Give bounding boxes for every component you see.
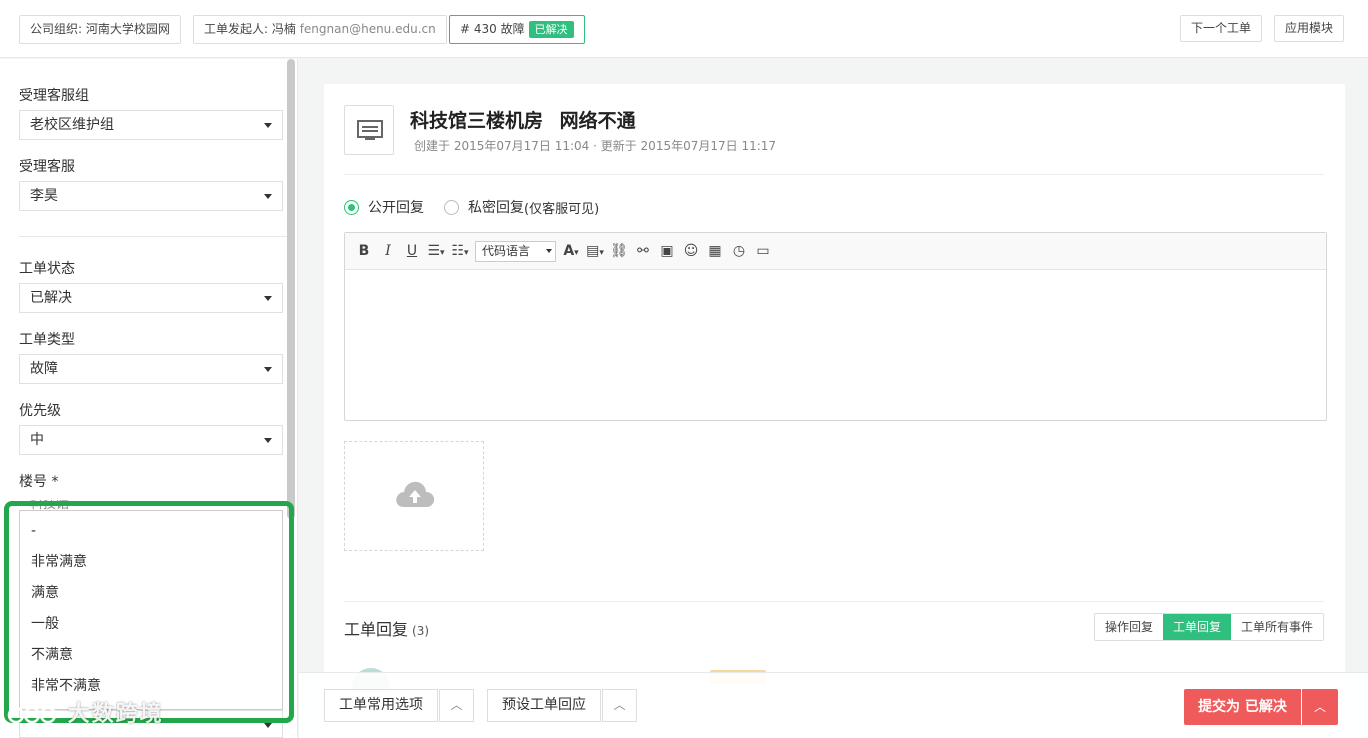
status-badge: 已解决 <box>528 21 574 38</box>
chevron-up-icon: ︿ <box>450 698 463 712</box>
ticket-meta: 创建于 2015年07月17日 11:04 · 更新于 2015年07月17日 … <box>414 139 777 153</box>
cloud-upload-icon <box>396 481 435 507</box>
private-reply-note: (仅客服可见) <box>524 201 600 217</box>
group-label: 受理客服组 <box>19 88 89 104</box>
ticket-icon <box>357 120 383 140</box>
common-options-button[interactable]: 工单常用选项 <box>324 689 438 722</box>
radio-unchecked-icon <box>444 199 459 215</box>
chevron-down-icon <box>264 194 272 199</box>
chevron-down-icon <box>264 438 272 443</box>
ticket-card: 科技馆三楼机房 网络不通 创建于 2015年07月17日 11:04 · 更新于… <box>324 84 1345 738</box>
radio-checked-icon <box>344 199 359 215</box>
preset-reply-button[interactable]: 预设工单回应 <box>487 689 601 722</box>
watermark: 大数跨境 <box>6 696 164 728</box>
replies-count: (3) <box>412 624 430 638</box>
sidebar-scrollbar[interactable] <box>287 59 295 519</box>
ticket-number: # 430 故障 <box>460 22 525 36</box>
code-language-label: 代码语言 <box>482 243 531 258</box>
agent-select[interactable]: 李昊 <box>19 181 283 211</box>
preset-reply-toggle[interactable]: ︿ <box>602 689 637 722</box>
unlink-icon[interactable]: ⚯ <box>634 243 652 259</box>
reply-filter-tabs: 操作回复 工单回复 工单所有事件 <box>1094 613 1325 641</box>
replies-title: 工单回复 <box>344 620 409 639</box>
priority-select[interactable]: 中 <box>19 425 283 455</box>
chevron-down-icon <box>264 123 272 128</box>
chevron-down-icon <box>264 367 272 372</box>
divider <box>344 601 1324 602</box>
common-options-toggle[interactable]: ︿ <box>439 689 474 722</box>
bottom-action-bar: 工单常用选项 ︿ 预设工单回应 ︿ 提交为 已解决 ︿ <box>299 672 1368 738</box>
tab-operation-replies[interactable]: 操作回复 <box>1095 614 1164 640</box>
italic-icon[interactable]: I <box>379 243 397 259</box>
ticket-icon-box <box>344 105 394 155</box>
dropdown-option[interactable]: - <box>20 516 282 547</box>
group-select[interactable]: 老校区维护组 <box>19 110 283 140</box>
type-label: 工单类型 <box>19 332 75 348</box>
status-value: 已解决 <box>30 290 72 306</box>
chevron-down-icon <box>546 248 552 253</box>
emoji-icon[interactable]: ☺ <box>682 243 700 259</box>
private-reply-radio[interactable]: 私密回复 (仅客服可见) <box>444 197 599 217</box>
code-language-select[interactable]: 代码语言 <box>475 240 556 262</box>
top-bar: 公司组织: 河南大学校园网 工单发起人: 冯楠 fengnan@henu.edu… <box>0 0 1368 58</box>
submit-options-toggle[interactable]: ︿ <box>1302 689 1338 725</box>
dropdown-option[interactable]: 满意 <box>20 578 282 609</box>
chevron-down-icon <box>264 296 272 301</box>
table-icon[interactable]: ▦ <box>706 243 724 259</box>
font-color-icon[interactable]: A▾ <box>562 243 580 259</box>
sidebar-divider <box>19 236 287 237</box>
initiator-tag[interactable]: 工单发起人: 冯楠 fengnan@henu.edu.cn <box>193 15 447 44</box>
agent-value: 李昊 <box>30 188 58 204</box>
building-label: 楼号 * <box>19 474 59 490</box>
bold-icon[interactable]: B <box>355 243 373 259</box>
bullet-list-icon[interactable]: ☷▾ <box>451 243 469 259</box>
ordered-list-icon[interactable]: ☰▾ <box>427 243 445 259</box>
ticket-tag[interactable]: # 430 故障 已解决 <box>449 15 585 44</box>
chevron-up-icon: ︿ <box>1313 700 1326 714</box>
highlight-color-icon[interactable]: ▤▾ <box>586 243 604 259</box>
type-select[interactable]: 故障 <box>19 354 283 384</box>
ticket-title: 科技馆三楼机房 网络不通 <box>410 110 636 132</box>
watermark-text: 大数跨境 <box>67 702 164 727</box>
chevron-up-icon: ︿ <box>613 698 626 712</box>
app-module-button[interactable]: 应用模块 <box>1274 15 1345 42</box>
clipboard-icon[interactable]: ▭ <box>754 243 772 259</box>
editor-toolbar: B I U ☰▾ ☷▾ 代码语言 A▾ ▤▾ ⛓ ⚯ ▣ ☺ ▦ ◷ ▭ <box>345 233 1326 270</box>
status-label: 工单状态 <box>19 261 75 277</box>
priority-value: 中 <box>30 432 44 448</box>
reply-editor[interactable]: B I U ☰▾ ☷▾ 代码语言 A▾ ▤▾ ⛓ ⚯ ▣ ☺ ▦ ◷ ▭ <box>344 232 1327 421</box>
replies-header: 工单回复 (3) <box>344 616 429 640</box>
public-reply-label: 公开回复 <box>368 200 424 216</box>
dropdown-option[interactable]: 一般 <box>20 609 282 640</box>
status-select[interactable]: 已解决 <box>19 283 283 313</box>
satisfaction-dropdown: - 非常满意 满意 一般 不满意 非常不满意 <box>19 510 283 710</box>
next-ticket-button[interactable]: 下一个工单 <box>1180 15 1263 42</box>
dropdown-option[interactable]: 不满意 <box>20 640 282 671</box>
link-icon[interactable]: ⛓ <box>610 243 628 259</box>
initiator-email: fengnan@henu.edu.cn <box>299 22 436 36</box>
divider <box>344 174 1324 175</box>
org-tag[interactable]: 公司组织: 河南大学校园网 <box>19 15 181 44</box>
priority-label: 优先级 <box>19 403 61 419</box>
dropdown-option[interactable]: 非常满意 <box>20 547 282 578</box>
type-value: 故障 <box>30 361 58 377</box>
tab-all-events[interactable]: 工单所有事件 <box>1231 614 1324 640</box>
tab-ticket-replies[interactable]: 工单回复 <box>1163 614 1232 640</box>
group-value: 老校区维护组 <box>30 117 114 133</box>
org-text: 公司组织: 河南大学校园网 <box>30 22 170 36</box>
watermark-logo-icon <box>7 706 57 724</box>
submit-button[interactable]: 提交为 已解决 <box>1184 689 1301 725</box>
upload-area[interactable] <box>344 441 484 551</box>
clock-icon[interactable]: ◷ <box>730 243 748 259</box>
initiator-text: 工单发起人: 冯楠 <box>204 22 296 36</box>
building-value-cut: 科技馆 <box>30 500 70 510</box>
agent-label: 受理客服 <box>19 159 75 175</box>
underline-icon[interactable]: U <box>403 243 421 259</box>
chevron-down-icon <box>264 723 272 728</box>
image-icon[interactable]: ▣ <box>658 243 676 259</box>
public-reply-radio[interactable]: 公开回复 <box>344 197 424 217</box>
private-reply-label: 私密回复 <box>468 200 524 216</box>
